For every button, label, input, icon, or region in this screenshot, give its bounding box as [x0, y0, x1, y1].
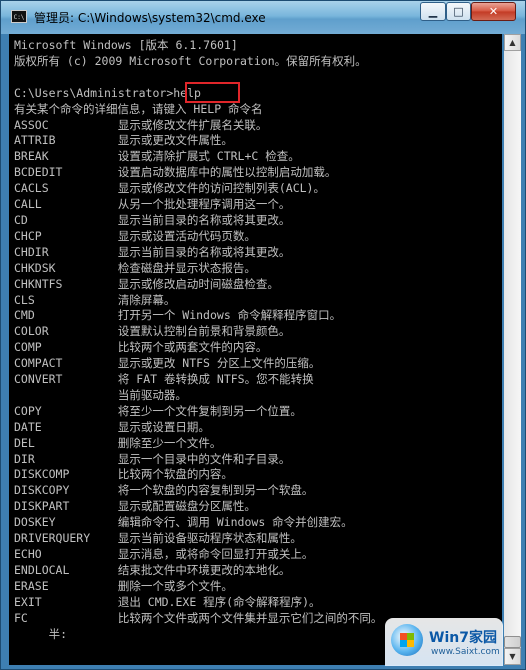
console-line: CD 显示当前目录的名称或将其更改。	[14, 212, 291, 227]
console-line: CONVERT 将 FAT 卷转换成 NTFS。您不能转换	[14, 372, 314, 387]
console-line: DISKCOPY 将一个软盘的内容复制到另一个软盘。	[14, 483, 314, 498]
console-line: COLOR 设置默认控制台前景和背景颜色。	[14, 324, 291, 339]
scroll-thumb[interactable]	[504, 636, 521, 648]
scroll-down-arrow-icon[interactable]: ▼	[504, 648, 521, 665]
console-line: ERASE 删除一个或多个文件。	[14, 578, 233, 593]
console-line: EXIT 退出 CMD.EXE 程序(命令解释程序)。	[14, 594, 321, 609]
console-line: DRIVERQUERY 显示当前设备驱动程序状态和属性。	[14, 531, 302, 546]
console-line: CMD 打开另一个 Windows 命令解释程序窗口。	[14, 308, 342, 323]
console-line: C:\Users\Administrator>help	[14, 85, 201, 100]
console-line: 版权所有 (c) 2009 Microsoft Corporation。保留所有…	[14, 53, 367, 68]
minimize-button[interactable]: ▁	[420, 2, 446, 21]
close-button[interactable]: ✕	[471, 2, 516, 21]
maximize-button[interactable]: □	[446, 2, 471, 21]
console-line: ENDLOCAL 结束批文件中环境更改的本地化。	[14, 562, 291, 577]
console-line: DEL 删除至少一个文件。	[14, 435, 222, 450]
scroll-up-arrow-icon[interactable]: ▲	[504, 34, 521, 51]
console-line: DISKPART 显示或配置磁盘分区属性。	[14, 499, 256, 514]
console-line: COMPACT 显示或更改 NTFS 分区上文件的压缩。	[14, 356, 321, 371]
console-line: COPY 将至少一个文件复制到另一个位置。	[14, 403, 302, 418]
console-line: 半:	[14, 626, 68, 641]
windows-logo-icon	[391, 624, 423, 656]
console-line: CHCP 显示或设置活动代码页数。	[14, 228, 256, 243]
watermark-url: www.Saixt.com	[431, 647, 500, 657]
console-line: BCDEDIT 设置启动数据库中的属性以控制启动加载。	[14, 165, 337, 180]
console-line: COMP 比较两个或两套文件的内容。	[14, 340, 268, 355]
console-line: DISKCOMP 比较两个软盘的内容。	[14, 467, 233, 482]
console-line: FC 比较两个文件或两个文件集并显示它们之间的不同。	[14, 610, 383, 625]
console-line: CLS 清除屏幕。	[14, 292, 176, 307]
console-line: DOSKEY 编辑命令行、调用 Windows 命令并创建宏。	[14, 515, 353, 530]
console-line: CHKDSK 检查磁盘并显示状态报告。	[14, 260, 256, 275]
console-line: CHDIR 显示当前目录的名称或将其更改。	[14, 244, 291, 259]
console-text[interactable]: Microsoft Windows [版本 6.1.7601] 版权所有 (c)…	[9, 34, 502, 642]
console-line: ATTRIB 显示或更改文件属性。	[14, 133, 233, 148]
console-line: CALL 从另一个批处理程序调用这一个。	[14, 197, 291, 212]
console-line: 有关某个命令的详细信息，请键入 HELP 命令名	[14, 101, 263, 116]
console-line: DATE 显示或设置日期。	[14, 419, 210, 434]
console-line: CACLS 显示或修改文件的访问控制列表(ACL)。	[14, 181, 325, 196]
console-output[interactable]: Microsoft Windows [版本 6.1.7601] 版权所有 (c)…	[9, 34, 502, 665]
console-line: Microsoft Windows [版本 6.1.7601]	[14, 38, 238, 52]
console-line: ECHO 显示消息，或将命令回显打开或关上。	[14, 547, 314, 561]
console-line: 当前驱动器。	[14, 387, 187, 402]
cmd-window: C:\ 管理员: C:\Windows\system32\cmd.exe ▁ □…	[0, 0, 526, 670]
cmd-app-icon[interactable]: C:\	[11, 10, 27, 23]
watermark-title: Win7家园	[429, 630, 497, 646]
console-line: CHKNTFS 显示或修改启动时间磁盘检查。	[14, 276, 279, 291]
help-command-highlight	[185, 82, 240, 103]
title-bar[interactable]: C:\ 管理员: C:\Windows\system32\cmd.exe ▁ □…	[1, 1, 525, 34]
console-line: DIR 显示一个目录中的文件和子目录。	[14, 451, 291, 466]
console-line: ASSOC 显示或修改文件扩展名关联。	[14, 117, 268, 132]
watermark-badge: Win7家园 www.Saixt.com	[385, 618, 503, 666]
console-line: BREAK 设置或清除扩展式 CTRL+C 检查。	[14, 149, 300, 164]
window-title: 管理员: C:\Windows\system32\cmd.exe	[34, 11, 266, 25]
vertical-scrollbar[interactable]: ▲ ▼	[504, 34, 521, 665]
